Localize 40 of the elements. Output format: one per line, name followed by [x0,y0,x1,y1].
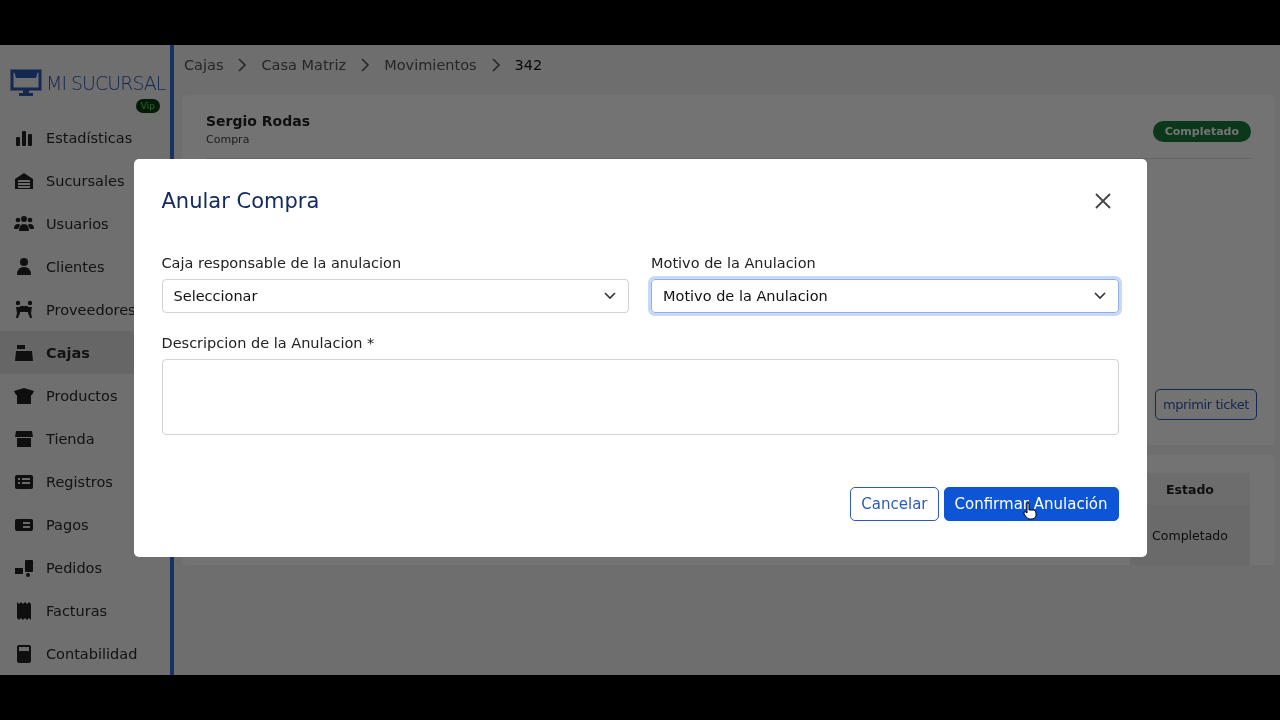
store-logo-icon [10,69,42,97]
dialog-title: Anular Compra [161,189,320,213]
cancel-button[interactable]: Cancelar [850,487,939,521]
field-label: Caja responsable de la anulacion [161,255,403,271]
chevron-down-icon [1093,292,1106,300]
warehouse-icon [14,170,34,191]
chevron-right-icon [360,58,371,72]
chevron-right-icon [237,58,248,72]
store-icon [14,428,34,449]
breadcrumb-link[interactable]: Cajas [184,57,224,73]
confirm-button[interactable]: Confirmar Anulación [943,487,1119,521]
receipt-icon [14,600,34,621]
plan-badge: Vip [135,99,160,113]
field-label: Motivo de la Anulacion [651,255,817,271]
user-icon [14,256,34,277]
close-icon[interactable] [1093,192,1112,210]
sidebar-item[interactable]: Contabilidad [0,632,170,675]
calculator-icon [14,643,34,664]
sidebar-item[interactable]: Tienda [0,417,170,460]
status-badge: Completado [1152,121,1251,142]
sidebar-item[interactable]: Pagos [0,503,170,546]
sidebar-item[interactable]: Pedidos [0,546,170,589]
chevron-right-icon [490,58,501,72]
app-logo: MI SUCURSAL [46,72,166,94]
people-icon [14,299,34,320]
print-ticket-button[interactable]: mprimir ticket [1154,389,1257,420]
sidebar-item[interactable]: Productos [0,374,170,417]
cash-register-icon [14,342,34,363]
customer-name: Sergio Rodas [206,113,310,129]
sidebar-item[interactable]: Facturas [0,589,170,632]
select-field[interactable]: Motivo de la Anulacion [651,279,1119,313]
breadcrumb-link[interactable]: Casa Matriz [261,57,347,73]
sidebar-item[interactable]: Registros [0,460,170,503]
description-field[interactable] [161,359,1119,435]
sidebar-item[interactable]: Estadísticas [0,116,170,159]
users-icon [14,213,34,234]
chevron-down-icon [604,292,616,300]
breadcrumb-link[interactable]: Movimientos [384,57,477,73]
select-field[interactable]: Seleccionar [161,279,629,313]
movement-type: Compra [206,133,251,146]
